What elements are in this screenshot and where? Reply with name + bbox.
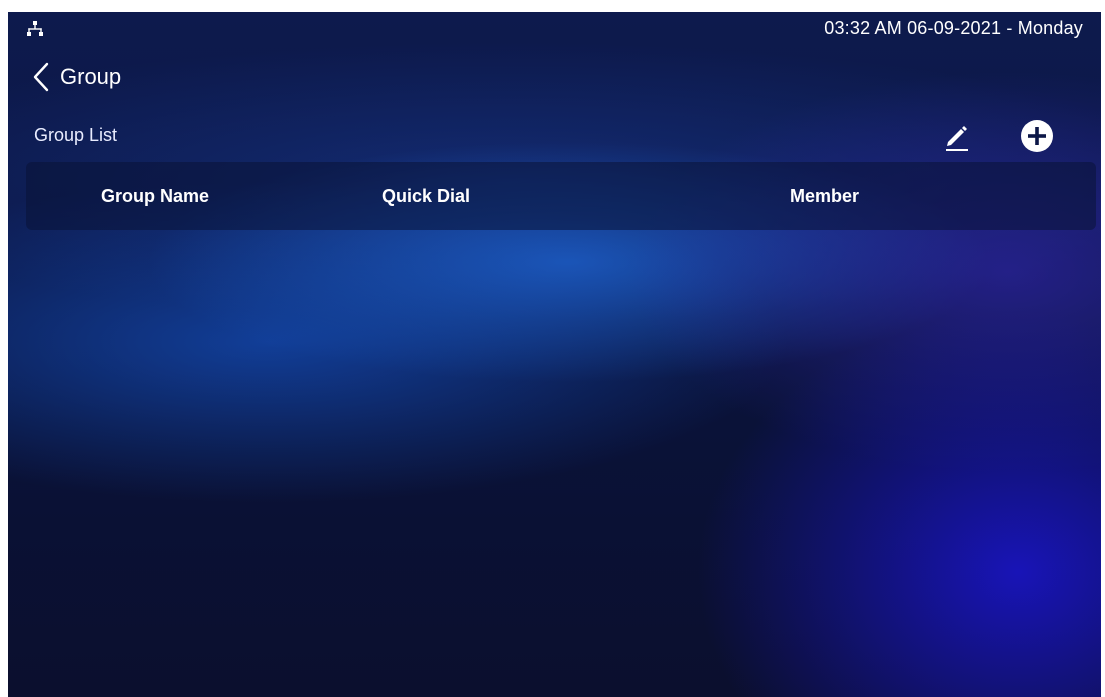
chevron-left-icon bbox=[33, 62, 49, 92]
datetime-display: 03:32 AM 06-09-2021 - Monday bbox=[824, 18, 1083, 38]
column-header-member[interactable]: Member bbox=[790, 162, 859, 230]
pencil-icon[interactable] bbox=[942, 118, 972, 152]
plus-circle-icon[interactable] bbox=[1020, 119, 1054, 153]
network-tree-icon bbox=[27, 21, 43, 36]
page-title: Group bbox=[60, 64, 122, 89]
column-header-group-name[interactable]: Group Name bbox=[101, 162, 209, 230]
background-wallpaper bbox=[8, 12, 1101, 697]
group-table-header: Group Name Quick Dial Member bbox=[26, 162, 1096, 230]
status-bar: 03:32 AM 06-09-2021 - Monday bbox=[8, 12, 1101, 46]
screen: 03:32 AM 06-09-2021 - Monday Group Group… bbox=[8, 12, 1101, 697]
column-header-quick-dial[interactable]: Quick Dial bbox=[382, 162, 470, 230]
section-label-group-list: Group List bbox=[34, 125, 118, 145]
back-button[interactable]: Group bbox=[30, 60, 121, 94]
